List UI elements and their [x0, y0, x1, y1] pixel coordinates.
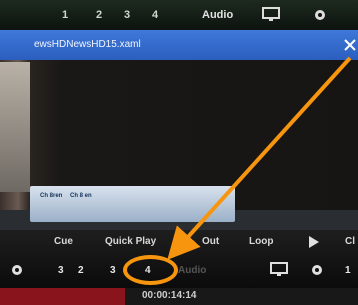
annotation-arrow [167, 56, 352, 260]
